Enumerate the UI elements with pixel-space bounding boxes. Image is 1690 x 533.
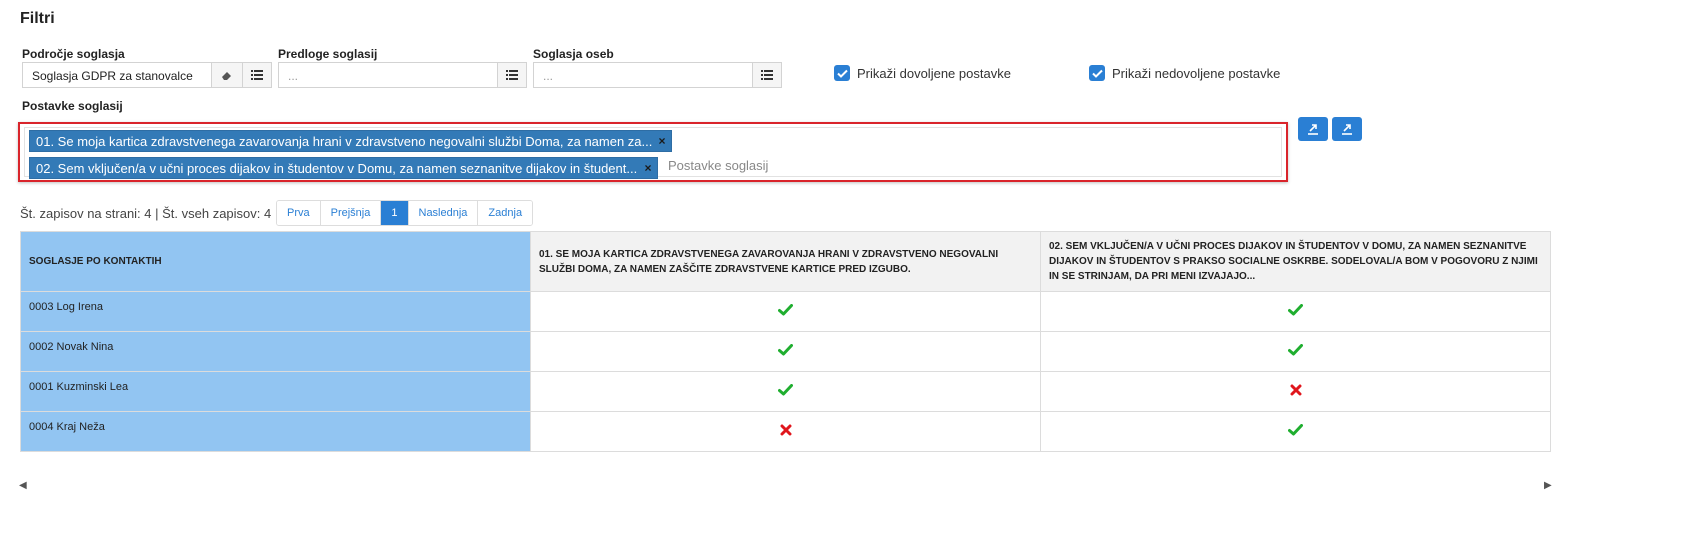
- export-icon: [1342, 124, 1352, 135]
- templates-placeholder: ...: [288, 69, 299, 83]
- column-header: SOGLASJE PO KONTAKTIH: [20, 231, 531, 292]
- consent-status-cell: [1040, 331, 1551, 372]
- item-tag-02[interactable]: 02. Sem vključen/a v učni proces dijakov…: [29, 157, 658, 179]
- table-row: 0003 Log Irena: [20, 291, 1551, 332]
- consent-status-cell: [530, 411, 1041, 452]
- templates-label: Predloge soglasij: [278, 47, 378, 61]
- tag-text: 02. Sem vključen/a v učni proces dijakov…: [36, 160, 638, 176]
- list-icon: [761, 70, 773, 80]
- area-value: Soglasja GDPR za stanovalce: [32, 69, 193, 83]
- persons-input[interactable]: ...: [533, 62, 782, 88]
- area-list-button[interactable]: [242, 62, 272, 88]
- check-icon: [778, 344, 793, 359]
- clear-area-button[interactable]: [211, 62, 243, 88]
- check-icon: [836, 69, 848, 78]
- items-placeholder: Postavke soglasij: [668, 158, 769, 173]
- check-icon: [778, 304, 793, 319]
- check-icon: [778, 384, 793, 399]
- page-prev-button[interactable]: Prejšnja: [320, 201, 382, 225]
- area-label: Področje soglasja: [22, 47, 125, 61]
- page-current-button[interactable]: 1: [381, 201, 409, 225]
- remove-tag-icon[interactable]: ×: [653, 134, 671, 148]
- show-allowed-label: Prikaži dovoljene postavke: [857, 66, 1011, 81]
- page-last-button[interactable]: Zadnja: [478, 201, 533, 225]
- column-header: 02. SEM VKLJUČEN/A V UČNI PROCES DIJAKOV…: [1040, 231, 1551, 292]
- consent-status-cell: [1040, 411, 1551, 452]
- items-tag-input[interactable]: 01. Se moja kartica zdravstvenega zavaro…: [18, 122, 1288, 182]
- consent-status-cell: [530, 371, 1041, 412]
- tag-text: 01. Se moja kartica zdravstvenega zavaro…: [36, 133, 653, 149]
- export-icon: [1308, 124, 1318, 135]
- page-title: Filtri: [20, 10, 55, 27]
- consent-status-cell: [530, 331, 1041, 372]
- item-tag-01[interactable]: 01. Se moja kartica zdravstvenega zavaro…: [29, 130, 672, 152]
- table-row: 0002 Novak Nina: [20, 331, 1551, 372]
- check-icon: [1091, 69, 1103, 78]
- column-header: 01. SE MOJA KARTICA ZDRAVSTVENEGA ZAVARO…: [530, 231, 1041, 292]
- cross-icon: [780, 424, 792, 439]
- area-select[interactable]: Soglasja GDPR za stanovalce: [22, 62, 272, 88]
- table-row: 0001 Kuzminski Lea: [20, 371, 1551, 412]
- show-allowed-checkbox[interactable]: [834, 65, 850, 81]
- eraser-icon: [222, 72, 231, 80]
- scroll-left-icon[interactable]: ◀: [19, 480, 27, 491]
- list-icon: [506, 70, 518, 80]
- pagination: Prva Prejšnja 1 Naslednja Zadnja: [276, 200, 534, 226]
- show-disallowed-checkbox[interactable]: [1089, 65, 1105, 81]
- contact-name-cell: 0004 Kraj Neža: [20, 411, 531, 452]
- check-icon: [1288, 424, 1303, 439]
- templates-list-button[interactable]: [497, 62, 527, 88]
- check-icon: [1288, 344, 1303, 359]
- remove-tag-icon[interactable]: ×: [639, 161, 657, 175]
- templates-input[interactable]: ...: [278, 62, 527, 88]
- records-info: Št. zapisov na strani: 4 | Št. vseh zapi…: [20, 206, 272, 221]
- export-button-1[interactable]: [1298, 117, 1328, 141]
- show-disallowed-label: Prikaži nedovoljene postavke: [1112, 66, 1281, 81]
- items-label: Postavke soglasij: [22, 99, 123, 113]
- list-icon: [251, 70, 263, 80]
- contact-name-cell: 0003 Log Irena: [20, 291, 531, 332]
- persons-label: Soglasja oseb: [533, 47, 614, 61]
- consent-status-cell: [1040, 291, 1551, 332]
- persons-placeholder: ...: [543, 69, 554, 83]
- export-button-2[interactable]: [1332, 117, 1362, 141]
- consent-table: SOGLASJE PO KONTAKTIH 01. SE MOJA KARTIC…: [20, 231, 1551, 452]
- consent-status-cell: [1040, 371, 1551, 412]
- scroll-right-icon[interactable]: ▶: [1544, 480, 1552, 491]
- page-next-button[interactable]: Naslednja: [408, 201, 479, 225]
- check-icon: [1288, 304, 1303, 319]
- page-first-button[interactable]: Prva: [277, 201, 321, 225]
- contact-name-cell: 0002 Novak Nina: [20, 331, 531, 372]
- cross-icon: [1290, 384, 1302, 399]
- contact-name-cell: 0001 Kuzminski Lea: [20, 371, 531, 412]
- persons-list-button[interactable]: [752, 62, 782, 88]
- table-body: 0003 Log Irena 0002 Novak Nina 0001 Kuzmin…: [20, 291, 1551, 452]
- consent-status-cell: [530, 291, 1041, 332]
- table-row: 0004 Kraj Neža: [20, 411, 1551, 452]
